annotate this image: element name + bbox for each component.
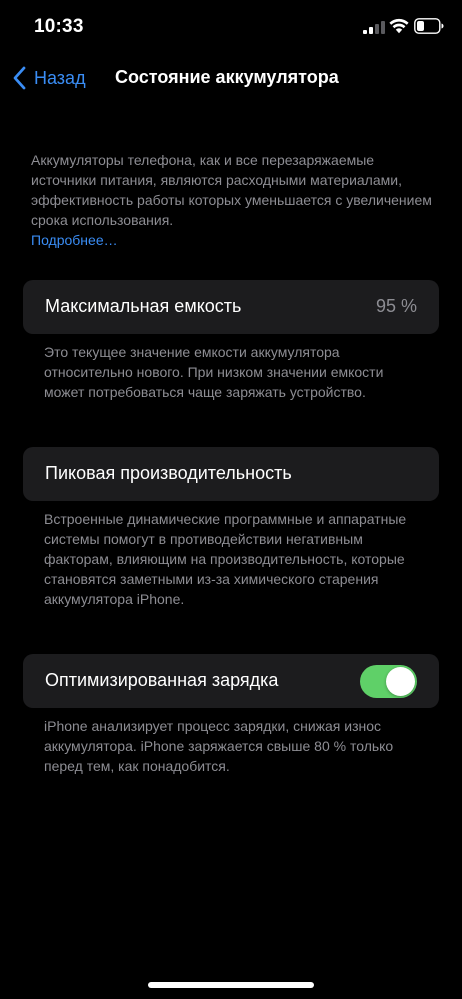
peak-performance-footnote: Встроенные динамические программные и ап… (44, 511, 407, 607)
home-indicator[interactable] (148, 982, 314, 988)
toggle-knob (386, 667, 415, 696)
back-label: Назад (34, 67, 86, 88)
max-capacity-value: 95 % (375, 296, 417, 316)
back-button[interactable]: Назад (12, 64, 86, 92)
navigation-bar: Назад Состояние аккумулятора (0, 56, 462, 100)
optimized-charging-label: Оптимизированная зарядка (45, 670, 279, 690)
intro-text: Аккумуляторы телефона, как и все перезар… (31, 152, 432, 228)
battery-icon (414, 18, 444, 34)
chevron-left-icon (13, 66, 26, 90)
status-time: 10:33 (34, 16, 84, 37)
max-capacity-row: Максимальная емкость 95 % (23, 280, 439, 334)
max-capacity-label: Максимальная емкость (45, 296, 242, 316)
page-title: Состояние аккумулятора (115, 67, 339, 87)
optimized-charging-footnote: iPhone анализирует процесс зарядки, сниж… (44, 718, 394, 774)
learn-more-link[interactable]: Подробнее… (31, 230, 118, 250)
cellular-signal-icon (363, 21, 385, 34)
optimized-charging-toggle[interactable] (360, 665, 417, 698)
wifi-icon (389, 18, 409, 34)
peak-performance-row: Пиковая производительность (23, 447, 439, 501)
peak-performance-label: Пиковая производительность (45, 463, 292, 483)
optimized-charging-row: Оптимизированная зарядка (23, 654, 439, 708)
intro-description: Аккумуляторы телефона, как и все перезар… (31, 150, 436, 250)
max-capacity-footnote: Это текущее значение емкости аккумулятор… (44, 344, 384, 400)
status-bar: 10:33 (0, 0, 462, 56)
